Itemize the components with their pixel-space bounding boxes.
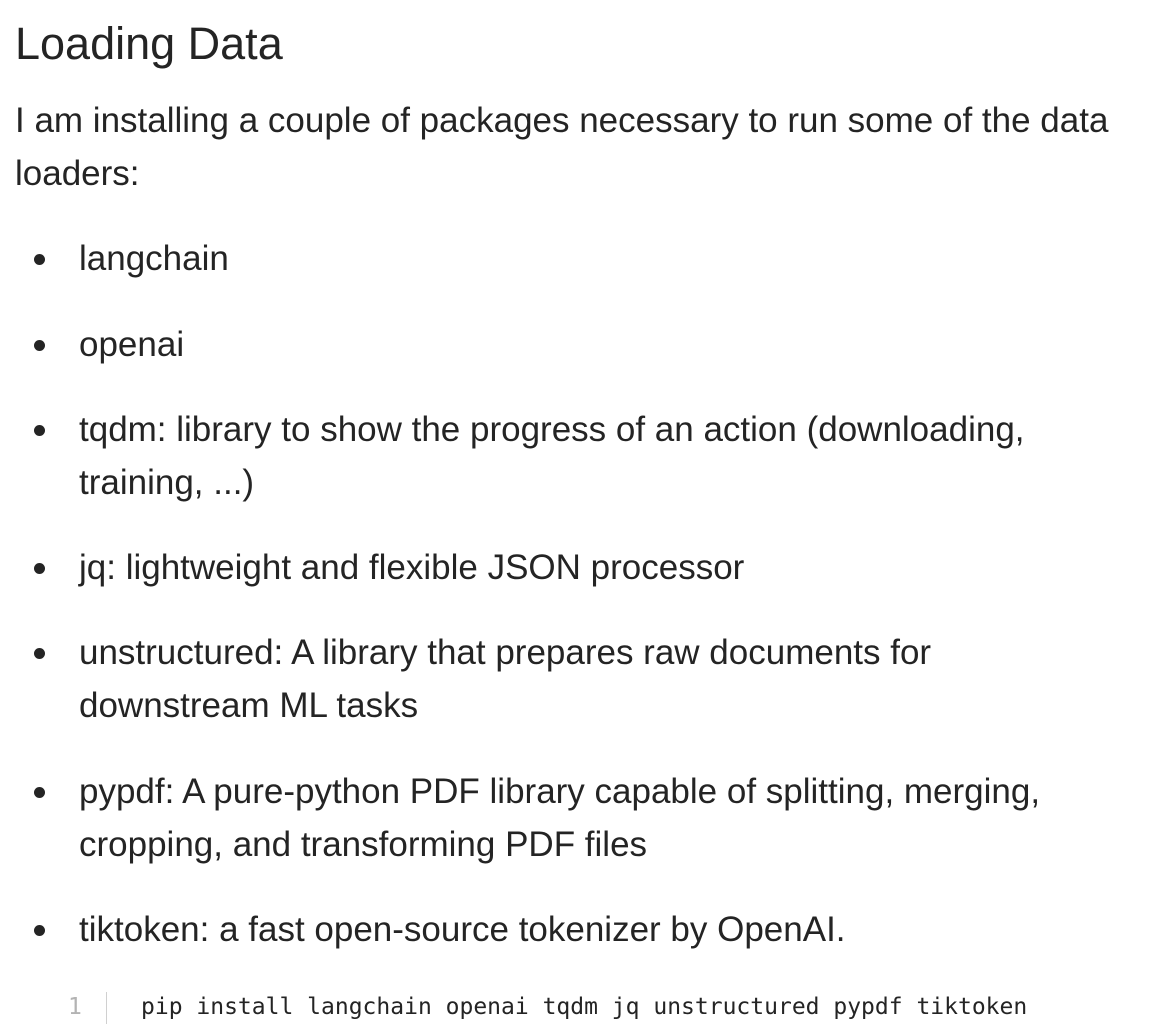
list-item: pypdf: A pure-python PDF library capable… (15, 765, 1135, 871)
bullet-icon (34, 648, 45, 659)
section-heading: Loading Data (15, 18, 283, 69)
bullet-icon (34, 563, 45, 574)
bullet-icon (34, 787, 45, 798)
bullet-icon (34, 925, 45, 936)
code-block: 1 pip install langchain openai tqdm jq u… (60, 988, 1140, 1026)
list-item-text: unstructured: A library that prepares ra… (79, 633, 932, 725)
list-item: openai (15, 318, 1135, 371)
list-item-text: langchain (79, 239, 229, 278)
list-item: tiktoken: a fast open-source tokenizer b… (15, 903, 1135, 956)
bullet-icon (34, 425, 45, 436)
list-item: langchain (15, 232, 1135, 285)
intro-paragraph: I am installing a couple of packages nec… (15, 101, 1109, 193)
list-item: jq: lightweight and flexible JSON proces… (15, 541, 1135, 594)
list-item-text: pypdf: A pure-python PDF library capable… (79, 772, 1041, 864)
line-number: 1 (68, 994, 82, 1020)
bullet-icon (34, 340, 45, 351)
list-item-text: openai (79, 325, 185, 364)
line-number-divider (106, 992, 107, 1024)
list-item-text: jq: lightweight and flexible JSON proces… (79, 548, 745, 587)
code-line: pip install langchain openai tqdm jq uns… (141, 994, 1028, 1020)
list-item-text: tqdm: library to show the progress of an… (79, 410, 1025, 502)
list-item-text: tiktoken: a fast open-source tokenizer b… (79, 910, 846, 949)
list-item: tqdm: library to show the progress of an… (15, 403, 1135, 509)
list-item: unstructured: A library that prepares ra… (15, 626, 1135, 732)
bullet-icon (34, 254, 45, 265)
